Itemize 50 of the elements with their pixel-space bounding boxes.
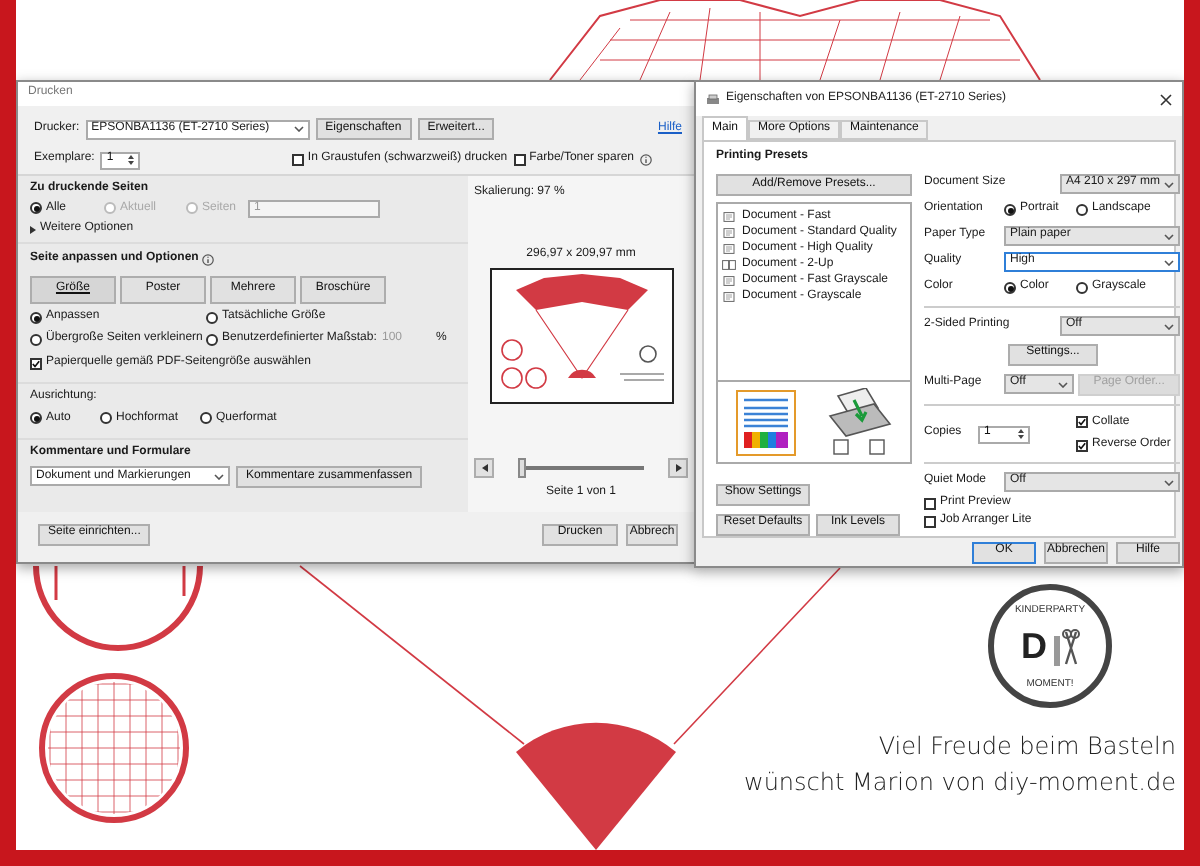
checkbox-icon[interactable]: [1076, 416, 1089, 429]
document-icon: [722, 292, 736, 302]
expand-triangle-icon[interactable]: [30, 225, 36, 234]
scissors-icon: [1051, 627, 1079, 667]
caret-icon: [1058, 381, 1068, 387]
radio-icon[interactable]: [1076, 204, 1088, 216]
info-icon[interactable]: [202, 254, 215, 266]
radio-icon[interactable]: [1004, 204, 1016, 216]
right-triangle-icon: [675, 464, 681, 473]
checkbox-icon[interactable]: [924, 498, 936, 510]
radio-icon[interactable]: [206, 312, 218, 324]
spinner-arrows-icon[interactable]: [1018, 428, 1024, 440]
slider-thumb[interactable]: [518, 458, 526, 479]
document-icon: [722, 228, 736, 238]
checkbox-icon[interactable]: [1076, 439, 1089, 452]
radio-icon[interactable]: [100, 412, 112, 425]
caret-icon: [293, 126, 304, 132]
info-icon[interactable]: [640, 154, 652, 166]
next-page-button[interactable]: [668, 458, 688, 479]
checkbox-icon[interactable]: [513, 154, 526, 166]
radio-icon[interactable]: [1076, 282, 1088, 294]
logo-letter: D: [1021, 626, 1047, 668]
radio-icon[interactable]: [30, 412, 42, 425]
spinner-arrows-icon[interactable]: [128, 154, 135, 166]
radio-icon[interactable]: [206, 334, 218, 346]
radio-icon[interactable]: [30, 334, 42, 346]
greeting-text: wünscht Marion von diy-moment.de: [744, 768, 1176, 796]
two-pages-icon: [722, 260, 736, 270]
left-triangle-icon: [481, 464, 487, 473]
caret-icon: [1164, 323, 1175, 329]
document-icon: [722, 276, 736, 286]
previous-page-button[interactable]: [474, 458, 494, 479]
radio-icon[interactable]: [30, 202, 42, 215]
caret-icon: [214, 473, 224, 480]
checkbox-icon[interactable]: [30, 358, 42, 370]
caret-icon: [1164, 259, 1175, 265]
document-icon: [722, 212, 736, 222]
radio-icon[interactable]: [200, 412, 212, 425]
caret-icon: [1164, 479, 1175, 485]
checkbox-icon[interactable]: [291, 154, 304, 166]
close-icon[interactable]: [1160, 93, 1172, 105]
printer-icon: [706, 93, 720, 105]
caret-icon: [1164, 181, 1175, 187]
page-layout-drawing: [735, 389, 795, 455]
radio-icon[interactable]: [30, 312, 42, 324]
radio-icon[interactable]: [1004, 282, 1016, 294]
greeting-text: Viel Freude beim Basteln: [878, 732, 1176, 760]
document-icon: [722, 244, 736, 254]
caret-icon: [1164, 233, 1175, 239]
checkbox-icon[interactable]: [924, 516, 936, 528]
